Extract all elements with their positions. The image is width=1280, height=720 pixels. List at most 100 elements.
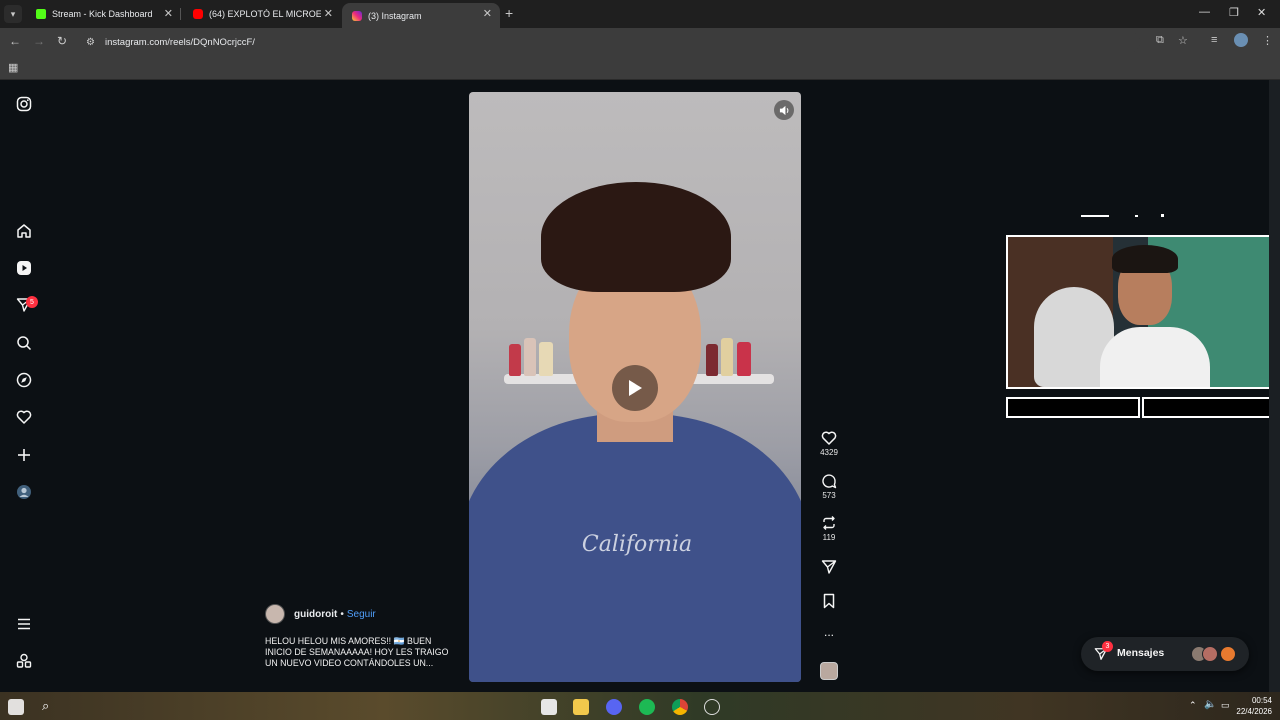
reel-video[interactable]: California <box>469 92 801 682</box>
overlay-mark <box>1135 215 1138 217</box>
youtube-favicon-icon <box>193 9 203 19</box>
save-action[interactable] <box>812 593 846 609</box>
reel-author: guidoroit • Seguir <box>265 604 376 624</box>
tab-title: (64) EXPLOTÓ EL MICROESTADI <box>209 9 321 19</box>
close-window-icon[interactable]: ✕ <box>1257 6 1266 19</box>
discord-icon[interactable] <box>606 699 622 715</box>
tab-title: (3) Instagram <box>368 10 422 21</box>
search-icon[interactable] <box>14 333 34 353</box>
bookmarks-bar: ▦ <box>0 56 1280 80</box>
install-app-icon[interactable]: ⧉ <box>1156 34 1164 47</box>
separator-dot: • <box>340 608 344 620</box>
tab-strip: ▾ Stream - Kick Dashboard ✕ (64) EXPLOTÓ… <box>0 0 1280 28</box>
kick-favicon-icon <box>36 9 46 19</box>
more-menu-icon[interactable] <box>14 614 34 634</box>
repost-count: 119 <box>822 533 836 542</box>
back-icon[interactable]: ← <box>9 34 21 48</box>
menu-kebab-icon[interactable]: ⋮ <box>1262 34 1273 47</box>
task-view-icon[interactable] <box>541 699 557 715</box>
person-hair <box>541 182 731 292</box>
file-explorer-icon[interactable] <box>573 699 589 715</box>
taskbar-search-icon[interactable]: ⌕ <box>42 698 49 714</box>
close-tab-icon[interactable]: ✕ <box>324 7 333 20</box>
instagram-logo-icon[interactable] <box>14 94 34 114</box>
chrome-icon[interactable] <box>672 699 688 715</box>
instagram-page: 5 California 4329 573 119 ... guidoroit … <box>0 80 1276 692</box>
audio-thumbnail[interactable] <box>820 662 838 680</box>
minimize-icon[interactable]: — <box>1199 6 1210 18</box>
perfume-bottle <box>539 342 553 376</box>
save-bookmark-icon[interactable] <box>821 593 837 609</box>
like-heart-icon[interactable] <box>821 430 837 446</box>
author-username[interactable]: guidoroit <box>294 609 337 620</box>
perfume-bottle <box>509 344 521 376</box>
apps-grid-icon[interactable]: ▦ <box>8 61 18 74</box>
also-from-meta-icon[interactable] <box>14 651 34 671</box>
comment-count: 573 <box>822 491 836 500</box>
comment-action[interactable]: 573 <box>812 473 846 500</box>
perfume-bottle <box>706 344 718 376</box>
forward-icon[interactable]: → <box>33 34 45 48</box>
notification-badge: 5 <box>26 296 38 308</box>
clock-time: 00:54 <box>1251 696 1272 705</box>
home-icon[interactable] <box>14 221 34 241</box>
start-windows-icon[interactable] <box>8 699 24 715</box>
follow-button[interactable]: Seguir <box>347 609 376 620</box>
more-options-button[interactable]: ... <box>812 625 846 639</box>
new-tab-button[interactable]: + <box>505 5 513 21</box>
comment-bubble-icon[interactable] <box>821 473 837 489</box>
tab-youtube[interactable]: (64) EXPLOTÓ EL MICROESTADI ✕ <box>183 3 341 25</box>
repost-icon[interactable] <box>821 515 837 531</box>
notifications-heart-icon[interactable] <box>14 407 34 427</box>
overlay-label-box <box>1142 397 1276 418</box>
instagram-favicon-icon <box>352 10 362 21</box>
profile-avatar-icon[interactable] <box>14 482 34 502</box>
site-info-icon[interactable]: ⚙ <box>86 37 102 48</box>
tab-search-button[interactable]: ▾ <box>4 5 22 23</box>
tray-chevron-icon[interactable]: ⌃ <box>1189 700 1197 711</box>
messages-label: Mensajes <box>1117 647 1165 659</box>
tab-instagram[interactable]: (3) Instagram ✕ <box>342 3 500 28</box>
contact-avatar <box>1220 646 1236 662</box>
shirt-print: California <box>581 532 693 557</box>
audio-track-thumbnail[interactable] <box>812 662 846 680</box>
volume-icon[interactable]: 🔈 <box>1204 699 1216 710</box>
spotify-icon[interactable] <box>639 699 655 715</box>
share-action[interactable] <box>812 559 846 575</box>
play-button[interactable] <box>612 365 658 411</box>
address-bar[interactable]: ⚙ instagram.com/reels/DQnNOcrjccF/ <box>80 31 1140 53</box>
profile-avatar[interactable] <box>1234 33 1248 47</box>
windows-taskbar: ⌕ ⌃ 🔈 ▭ 00:54 22/4/2026 <box>0 692 1280 720</box>
reel-caption[interactable]: HELOU HELOU MIS AMORES!! 🇦🇷 BUEN INICIO … <box>265 636 455 669</box>
explore-compass-icon[interactable] <box>14 370 34 390</box>
tab-kick-dashboard[interactable]: Stream - Kick Dashboard ✕ <box>26 3 181 25</box>
contact-avatar <box>1202 646 1218 662</box>
clock-date: 22/4/2026 <box>1236 707 1272 716</box>
media-controls-icon[interactable]: ≡ <box>1211 34 1217 46</box>
close-tab-icon[interactable]: ✕ <box>164 7 173 20</box>
network-icon[interactable]: ▭ <box>1221 700 1230 711</box>
restore-icon[interactable]: ❐ <box>1229 6 1239 19</box>
close-tab-icon[interactable]: ✕ <box>483 7 492 20</box>
overlay-mark <box>1161 214 1164 217</box>
reload-icon[interactable]: ↻ <box>57 34 67 48</box>
share-send-icon[interactable] <box>821 559 837 575</box>
streamer-shirt <box>1100 327 1210 387</box>
like-count: 4329 <box>820 448 838 457</box>
messages-button[interactable]: 3 Mensajes <box>1081 637 1249 671</box>
author-avatar[interactable] <box>265 604 285 624</box>
page-scrollbar[interactable] <box>1269 80 1280 692</box>
url-text: instagram.com/reels/DQnNOcrjccF/ <box>105 36 255 48</box>
bookmark-star-icon[interactable]: ☆ <box>1178 34 1188 47</box>
mute-toggle-icon[interactable] <box>774 100 794 120</box>
overlay-label-box <box>1006 397 1140 418</box>
system-clock[interactable]: 00:54 22/4/2026 <box>1236 695 1272 717</box>
messages-badge: 3 <box>1102 641 1113 652</box>
create-plus-icon[interactable] <box>14 445 34 465</box>
like-action[interactable]: 4329 <box>812 430 846 457</box>
overlay-mark <box>1081 215 1109 217</box>
reels-icon[interactable] <box>14 258 34 278</box>
repost-action[interactable]: 119 <box>812 515 846 542</box>
perfume-bottle <box>524 338 536 376</box>
obs-icon[interactable] <box>704 699 720 715</box>
